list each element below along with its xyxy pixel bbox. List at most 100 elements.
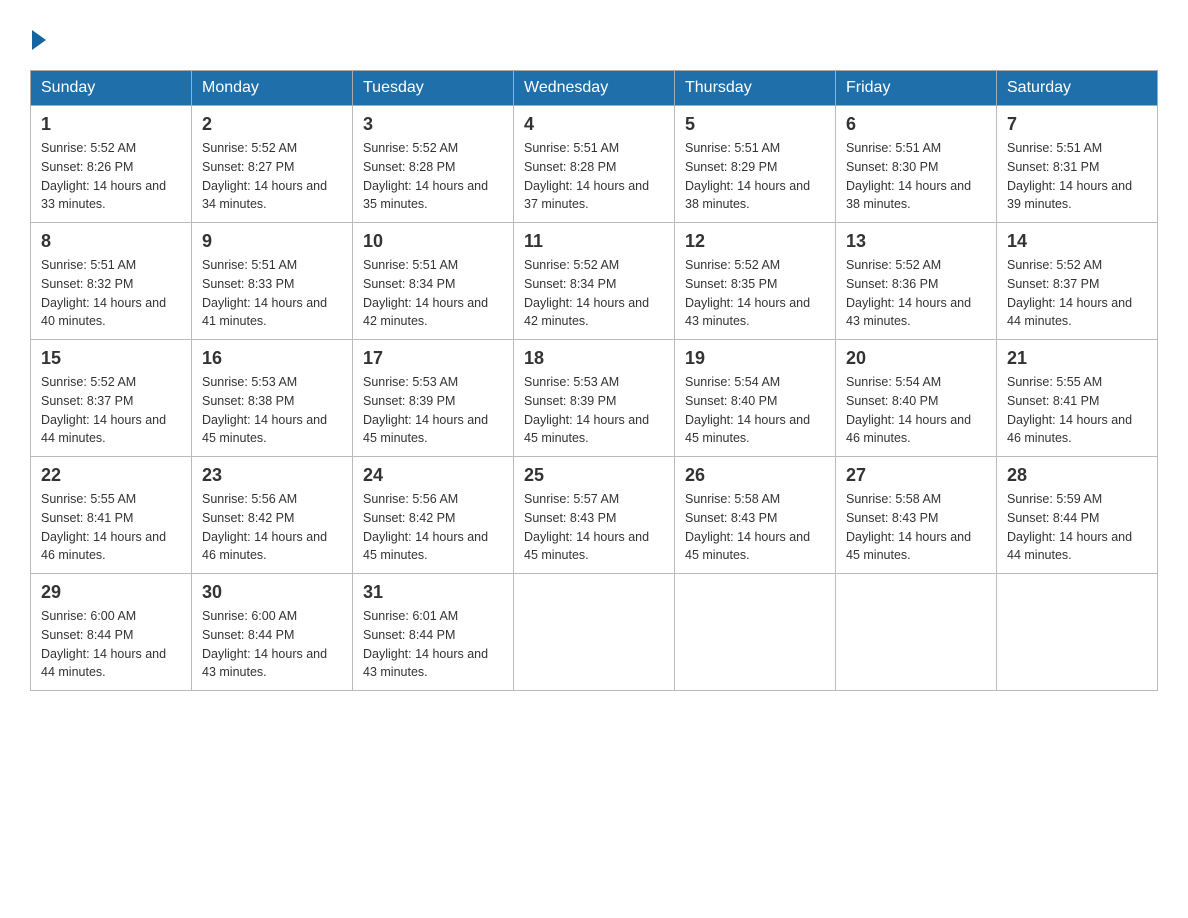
day-info: Sunrise: 5:53 AMSunset: 8:39 PMDaylight:… <box>363 373 503 448</box>
day-number: 29 <box>41 582 181 603</box>
calendar-cell: 3 Sunrise: 5:52 AMSunset: 8:28 PMDaylight… <box>353 106 514 223</box>
calendar-cell: 7Sunrise: 5:51 AMSunset: 8:31 PMDaylight… <box>997 106 1158 223</box>
day-number: 7 <box>1007 114 1147 135</box>
calendar-cell: 21 Sunrise: 5:55 AMSunset: 8:41 PMDayligh… <box>997 340 1158 457</box>
day-info: Sunrise: 5:51 AMSunset: 8:32 PMDaylight:… <box>41 256 181 331</box>
calendar-cell: 23Sunrise: 5:56 AMSunset: 8:42 PMDayligh… <box>192 457 353 574</box>
calendar-cell: 11Sunrise: 5:52 AMSunset: 8:34 PMDayligh… <box>514 223 675 340</box>
weekday-header-thursday: Thursday <box>675 71 836 106</box>
day-info: Sunrise: 5:58 AMSunset: 8:43 PMDaylight:… <box>846 490 986 565</box>
day-number: 21 <box>1007 348 1147 369</box>
weekday-header-sunday: Sunday <box>31 71 192 106</box>
calendar-cell: 26 Sunrise: 5:58 AMSunset: 8:43 PMDayligh… <box>675 457 836 574</box>
day-info: Sunrise: 6:01 AMSunset: 8:44 PMDaylight:… <box>363 607 503 682</box>
page-header <box>30 30 1158 50</box>
calendar-cell: 28 Sunrise: 5:59 AMSunset: 8:44 PMDayligh… <box>997 457 1158 574</box>
day-info: Sunrise: 5:51 AMSunset: 8:28 PMDaylight:… <box>524 139 664 214</box>
calendar-cell: 8 Sunrise: 5:51 AMSunset: 8:32 PMDaylight… <box>31 223 192 340</box>
day-info: Sunrise: 5:59 AMSunset: 8:44 PMDaylight:… <box>1007 490 1147 565</box>
day-info: Sunrise: 5:52 AMSunset: 8:27 PMDaylight:… <box>202 139 342 214</box>
day-info: Sunrise: 5:51 AMSunset: 8:33 PMDaylight:… <box>202 256 342 331</box>
day-number: 3 <box>363 114 503 135</box>
calendar-cell: 9Sunrise: 5:51 AMSunset: 8:33 PMDaylight… <box>192 223 353 340</box>
day-info: Sunrise: 6:00 AMSunset: 8:44 PMDaylight:… <box>41 607 181 682</box>
calendar-cell: 13 Sunrise: 5:52 AMSunset: 8:36 PMDayligh… <box>836 223 997 340</box>
calendar-header-row: SundayMondayTuesdayWednesdayThursdayFrid… <box>31 71 1158 106</box>
day-number: 4 <box>524 114 664 135</box>
day-number: 25 <box>524 465 664 486</box>
day-number: 22 <box>41 465 181 486</box>
day-number: 17 <box>363 348 503 369</box>
day-number: 14 <box>1007 231 1147 252</box>
calendar-week-row: 15Sunrise: 5:52 AMSunset: 8:37 PMDayligh… <box>31 340 1158 457</box>
day-info: Sunrise: 5:55 AMSunset: 8:41 PMDaylight:… <box>1007 373 1147 448</box>
day-number: 6 <box>846 114 986 135</box>
day-number: 24 <box>363 465 503 486</box>
day-info: Sunrise: 5:51 AMSunset: 8:34 PMDaylight:… <box>363 256 503 331</box>
day-number: 10 <box>363 231 503 252</box>
day-info: Sunrise: 5:57 AMSunset: 8:43 PMDaylight:… <box>524 490 664 565</box>
day-info: Sunrise: 5:52 AMSunset: 8:35 PMDaylight:… <box>685 256 825 331</box>
day-number: 23 <box>202 465 342 486</box>
day-number: 15 <box>41 348 181 369</box>
calendar-week-row: 1Sunrise: 5:52 AMSunset: 8:26 PMDaylight… <box>31 106 1158 223</box>
calendar-cell: 14 Sunrise: 5:52 AMSunset: 8:37 PMDayligh… <box>997 223 1158 340</box>
calendar-cell: 22 Sunrise: 5:55 AMSunset: 8:41 PMDayligh… <box>31 457 192 574</box>
weekday-header-tuesday: Tuesday <box>353 71 514 106</box>
day-info: Sunrise: 5:52 AMSunset: 8:34 PMDaylight:… <box>524 256 664 331</box>
day-number: 28 <box>1007 465 1147 486</box>
calendar-week-row: 22 Sunrise: 5:55 AMSunset: 8:41 PMDayligh… <box>31 457 1158 574</box>
calendar-cell: 4 Sunrise: 5:51 AMSunset: 8:28 PMDaylight… <box>514 106 675 223</box>
calendar-cell: 10 Sunrise: 5:51 AMSunset: 8:34 PMDayligh… <box>353 223 514 340</box>
calendar-cell: 16Sunrise: 5:53 AMSunset: 8:38 PMDayligh… <box>192 340 353 457</box>
weekday-header-monday: Monday <box>192 71 353 106</box>
calendar-week-row: 29 Sunrise: 6:00 AMSunset: 8:44 PMDayligh… <box>31 574 1158 691</box>
calendar-cell: 27 Sunrise: 5:58 AMSunset: 8:43 PMDayligh… <box>836 457 997 574</box>
day-number: 27 <box>846 465 986 486</box>
day-number: 5 <box>685 114 825 135</box>
day-info: Sunrise: 5:54 AMSunset: 8:40 PMDaylight:… <box>846 373 986 448</box>
day-number: 13 <box>846 231 986 252</box>
calendar-week-row: 8 Sunrise: 5:51 AMSunset: 8:32 PMDaylight… <box>31 223 1158 340</box>
day-info: Sunrise: 5:54 AMSunset: 8:40 PMDaylight:… <box>685 373 825 448</box>
calendar-cell: 6 Sunrise: 5:51 AMSunset: 8:30 PMDaylight… <box>836 106 997 223</box>
calendar-cell <box>675 574 836 691</box>
calendar-cell <box>997 574 1158 691</box>
weekday-header-wednesday: Wednesday <box>514 71 675 106</box>
calendar-cell: 18Sunrise: 5:53 AMSunset: 8:39 PMDayligh… <box>514 340 675 457</box>
day-info: Sunrise: 5:52 AMSunset: 8:37 PMDaylight:… <box>1007 256 1147 331</box>
day-info: Sunrise: 5:52 AMSunset: 8:26 PMDaylight:… <box>41 139 181 214</box>
calendar-cell: 2 Sunrise: 5:52 AMSunset: 8:27 PMDaylight… <box>192 106 353 223</box>
logo-arrow-icon <box>32 30 46 50</box>
calendar-cell: 20 Sunrise: 5:54 AMSunset: 8:40 PMDayligh… <box>836 340 997 457</box>
day-number: 30 <box>202 582 342 603</box>
day-info: Sunrise: 5:51 AMSunset: 8:30 PMDaylight:… <box>846 139 986 214</box>
day-number: 12 <box>685 231 825 252</box>
calendar-cell: 19 Sunrise: 5:54 AMSunset: 8:40 PMDayligh… <box>675 340 836 457</box>
calendar-cell <box>514 574 675 691</box>
day-info: Sunrise: 5:51 AMSunset: 8:29 PMDaylight:… <box>685 139 825 214</box>
day-number: 19 <box>685 348 825 369</box>
day-number: 26 <box>685 465 825 486</box>
calendar-cell: 1Sunrise: 5:52 AMSunset: 8:26 PMDaylight… <box>31 106 192 223</box>
day-number: 20 <box>846 348 986 369</box>
calendar-cell: 12 Sunrise: 5:52 AMSunset: 8:35 PMDayligh… <box>675 223 836 340</box>
day-info: Sunrise: 5:52 AMSunset: 8:36 PMDaylight:… <box>846 256 986 331</box>
calendar-cell <box>836 574 997 691</box>
calendar-cell: 15Sunrise: 5:52 AMSunset: 8:37 PMDayligh… <box>31 340 192 457</box>
calendar-table: SundayMondayTuesdayWednesdayThursdayFrid… <box>30 70 1158 691</box>
calendar-cell: 17 Sunrise: 5:53 AMSunset: 8:39 PMDayligh… <box>353 340 514 457</box>
day-info: Sunrise: 5:55 AMSunset: 8:41 PMDaylight:… <box>41 490 181 565</box>
day-info: Sunrise: 5:52 AMSunset: 8:28 PMDaylight:… <box>363 139 503 214</box>
day-info: Sunrise: 5:53 AMSunset: 8:38 PMDaylight:… <box>202 373 342 448</box>
calendar-cell: 25 Sunrise: 5:57 AMSunset: 8:43 PMDayligh… <box>514 457 675 574</box>
calendar-cell: 30Sunrise: 6:00 AMSunset: 8:44 PMDayligh… <box>192 574 353 691</box>
day-number: 8 <box>41 231 181 252</box>
day-number: 2 <box>202 114 342 135</box>
day-info: Sunrise: 5:58 AMSunset: 8:43 PMDaylight:… <box>685 490 825 565</box>
calendar-cell: 5 Sunrise: 5:51 AMSunset: 8:29 PMDaylight… <box>675 106 836 223</box>
day-info: Sunrise: 5:53 AMSunset: 8:39 PMDaylight:… <box>524 373 664 448</box>
calendar-cell: 24Sunrise: 5:56 AMSunset: 8:42 PMDayligh… <box>353 457 514 574</box>
calendar-cell: 31 Sunrise: 6:01 AMSunset: 8:44 PMDayligh… <box>353 574 514 691</box>
day-number: 31 <box>363 582 503 603</box>
